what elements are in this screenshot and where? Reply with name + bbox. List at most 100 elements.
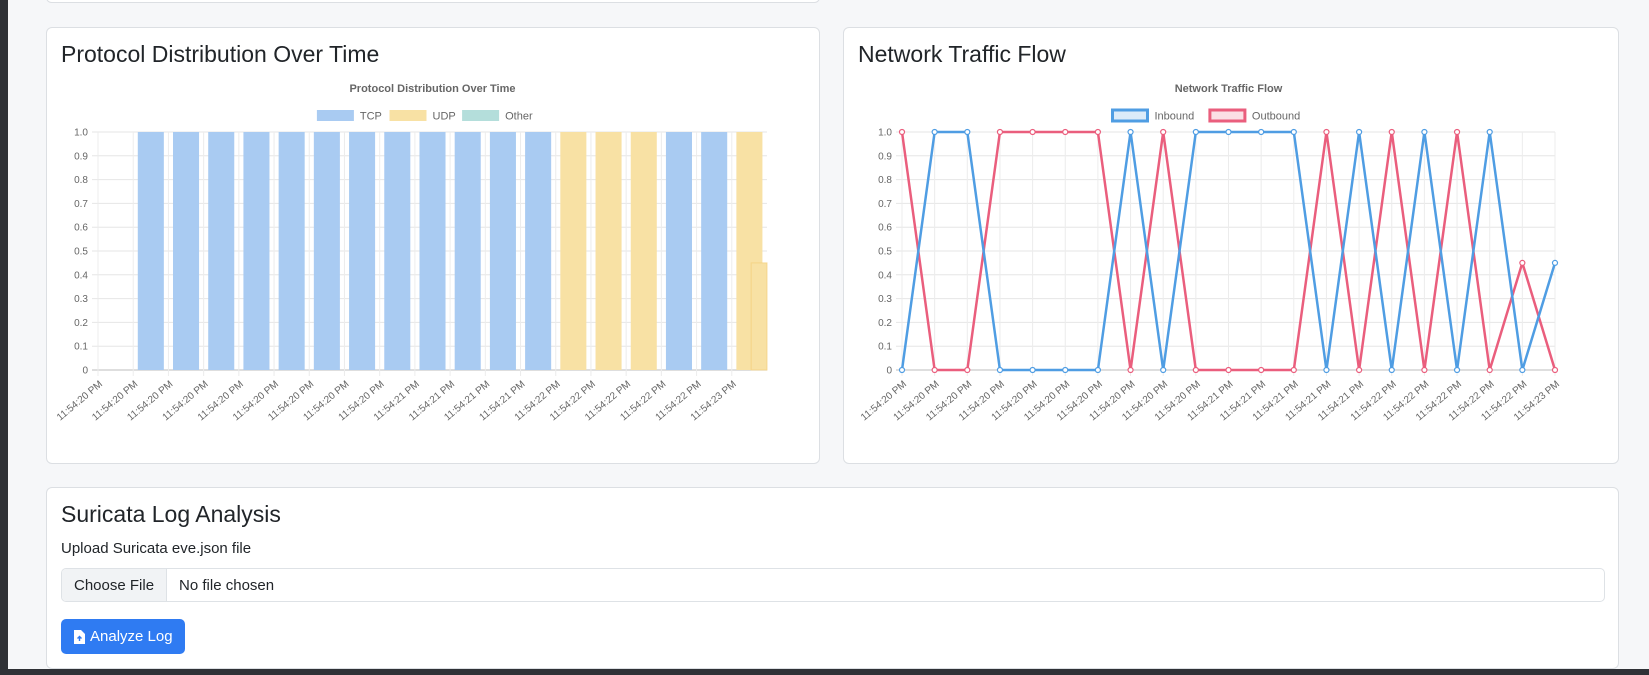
point-inbound bbox=[1062, 366, 1069, 374]
point-outbound bbox=[1551, 366, 1559, 374]
file-name-display: No file chosen bbox=[179, 576, 275, 594]
point-outbound bbox=[1127, 366, 1134, 374]
bar-tcp bbox=[419, 132, 446, 370]
point-inbound bbox=[1094, 366, 1101, 374]
y-tick-label: 0.1 bbox=[878, 342, 892, 353]
point-outbound bbox=[1355, 366, 1363, 374]
y-tick-label: 0.2 bbox=[74, 318, 88, 329]
bar-tcp bbox=[701, 132, 728, 370]
y-tick-label: 0.6 bbox=[74, 223, 88, 234]
legend-swatch-other bbox=[462, 110, 500, 121]
legend-swatch-udp bbox=[389, 110, 427, 121]
bar-tcp bbox=[665, 132, 693, 370]
legend-label-inbound: Inbound bbox=[1155, 111, 1195, 123]
bar-udp-partial bbox=[750, 262, 768, 371]
point-inbound bbox=[1519, 366, 1526, 374]
window-left-edge bbox=[0, 0, 8, 675]
point-outbound bbox=[1258, 366, 1265, 374]
chart-title: Protocol Distribution Over Time bbox=[349, 83, 515, 95]
point-inbound bbox=[931, 128, 938, 136]
protocol-distribution-card: Protocol Distribution Over Time Protocol… bbox=[46, 27, 820, 464]
bar-tcp bbox=[525, 132, 552, 370]
point-inbound bbox=[1225, 128, 1232, 136]
y-tick-label: 0.5 bbox=[878, 247, 892, 258]
point-inbound bbox=[1453, 366, 1461, 374]
point-inbound bbox=[964, 128, 971, 136]
y-tick-label: 0.7 bbox=[878, 199, 892, 210]
window-bottom-edge bbox=[0, 669, 1649, 675]
legend-swatch-inbound bbox=[1111, 108, 1149, 123]
point-outbound bbox=[1388, 128, 1395, 136]
bar-tcp bbox=[384, 132, 411, 370]
point-outbound bbox=[1486, 366, 1493, 374]
point-outbound bbox=[964, 366, 971, 374]
point-outbound bbox=[996, 128, 1004, 136]
legend-swatch-tcp bbox=[316, 110, 354, 121]
y-tick-label: 0.4 bbox=[878, 270, 892, 281]
point-inbound bbox=[1486, 128, 1493, 136]
y-tick-label: 0.1 bbox=[74, 342, 88, 353]
y-tick-label: 0 bbox=[82, 366, 88, 377]
y-tick-label: 0.9 bbox=[878, 151, 892, 162]
y-tick-label: 0.9 bbox=[74, 151, 88, 162]
y-tick-label: 0.5 bbox=[74, 247, 88, 258]
protocol-distribution-chart: Protocol Distribution Over Time 0 0.1 0.2 0.… bbox=[55, 83, 768, 423]
point-outbound bbox=[1062, 128, 1069, 136]
legend-label-other: Other bbox=[505, 111, 533, 123]
network-traffic-chart: Network Traffic Flow 0 0.1 0.2 0.3 0.4 0.5 0.6 0… bbox=[859, 83, 1562, 423]
bar-tcp bbox=[243, 132, 270, 370]
file-input[interactable]: Choose File No file chosen bbox=[61, 568, 1605, 602]
suricata-log-analysis-card: Suricata Log Analysis Upload Suricata ev… bbox=[46, 487, 1619, 669]
point-outbound bbox=[1225, 366, 1232, 374]
y-tick-label: 1.0 bbox=[878, 128, 892, 139]
point-inbound bbox=[1551, 259, 1559, 266]
analyze-log-button[interactable]: Analyze Log bbox=[61, 619, 185, 654]
bar-tcp bbox=[278, 132, 305, 370]
point-outbound bbox=[1519, 259, 1526, 266]
y-tick-label: 0.8 bbox=[74, 175, 88, 186]
point-outbound bbox=[931, 366, 938, 374]
file-upload-icon bbox=[74, 629, 85, 644]
y-tick-label: 0.4 bbox=[74, 270, 88, 281]
point-outbound bbox=[1094, 128, 1101, 136]
bar-tcp bbox=[454, 132, 481, 370]
bar-tcp bbox=[208, 132, 235, 370]
y-tick-label: 0.3 bbox=[74, 294, 88, 305]
network-traffic-card: Network Traffic Flow Network Traffic Flo… bbox=[843, 27, 1619, 464]
point-inbound bbox=[996, 366, 1004, 374]
suricata-card-title: Suricata Log Analysis bbox=[61, 501, 281, 527]
bar-udp bbox=[630, 132, 657, 370]
point-outbound bbox=[1421, 366, 1428, 374]
point-outbound bbox=[1290, 366, 1297, 374]
point-outbound bbox=[1323, 128, 1330, 136]
point-inbound bbox=[1290, 128, 1297, 136]
y-tick-label: 0.6 bbox=[878, 223, 892, 234]
y-tick-label: 0.7 bbox=[74, 199, 88, 210]
upload-label: Upload Suricata eve.json file bbox=[61, 540, 252, 557]
bar-tcp bbox=[137, 132, 164, 370]
choose-file-button[interactable]: Choose File bbox=[62, 569, 168, 601]
point-outbound bbox=[898, 128, 906, 136]
y-tick-label: 1.0 bbox=[74, 128, 88, 139]
point-outbound bbox=[1192, 366, 1199, 374]
y-tick-label: 0.3 bbox=[878, 294, 892, 305]
legend-label-tcp: TCP bbox=[360, 111, 382, 123]
legend-label-outbound: Outbound bbox=[1252, 111, 1300, 123]
analyze-log-label: Analyze Log bbox=[90, 628, 173, 645]
point-inbound bbox=[1127, 128, 1134, 136]
point-inbound bbox=[1388, 366, 1395, 374]
y-tick-label: 0 bbox=[886, 366, 892, 377]
y-tick-label: 0.2 bbox=[878, 318, 892, 329]
point-inbound bbox=[1421, 128, 1428, 136]
point-inbound bbox=[1323, 366, 1330, 374]
bar-tcp bbox=[489, 132, 516, 370]
point-inbound bbox=[898, 366, 906, 374]
point-outbound bbox=[1029, 128, 1036, 136]
legend-swatch-outbound bbox=[1208, 108, 1247, 123]
y-tick-label: 0.8 bbox=[878, 175, 892, 186]
point-inbound bbox=[1192, 128, 1199, 136]
point-inbound bbox=[1160, 366, 1167, 374]
bar-tcp bbox=[349, 132, 376, 370]
point-inbound bbox=[1355, 128, 1363, 136]
point-inbound bbox=[1258, 128, 1265, 136]
